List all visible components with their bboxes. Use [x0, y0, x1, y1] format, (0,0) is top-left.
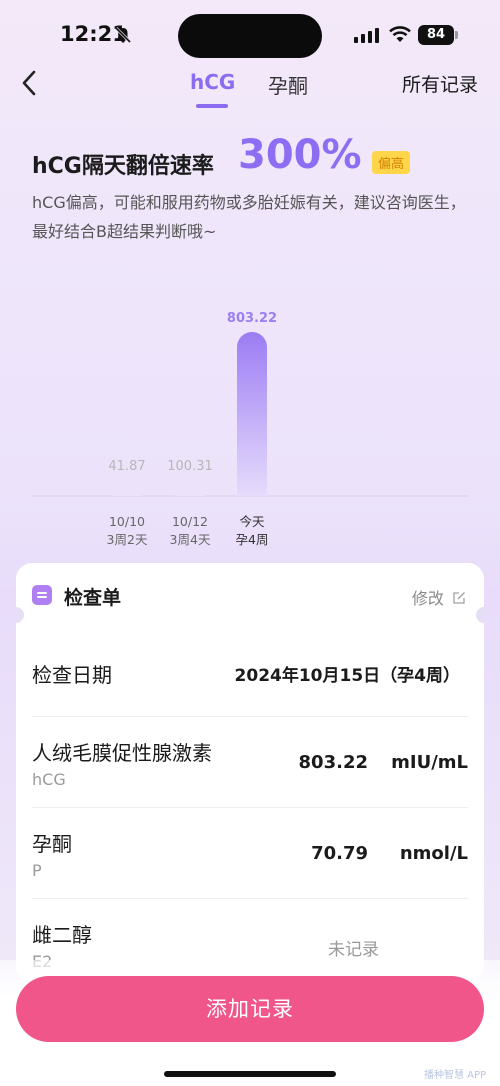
test-date-value: 2024年10月15日（孕4周） — [234, 666, 460, 686]
row-sub: hCG — [32, 770, 66, 789]
row-label: 孕酮 — [32, 832, 72, 856]
report-icon — [32, 585, 52, 605]
progesterone-value: 70.79 — [311, 843, 368, 864]
back-chevron-icon[interactable] — [18, 68, 44, 98]
home-indicator — [164, 1071, 336, 1077]
edit-button[interactable]: 修改 — [412, 585, 466, 609]
hcg-value: 803.22 — [298, 752, 368, 773]
chart-category-label: 10/10 — [109, 514, 145, 529]
chart-bar — [237, 332, 267, 496]
edit-label: 修改 — [411, 589, 444, 608]
chart-data-label: 803.22 — [227, 311, 277, 326]
hcg-bar-chart: 41.87 10/10 3周2天 100.31 10/12 3周4天 803.22 今天孕4周 — [32, 311, 468, 547]
status-badge: 偏高 — [372, 151, 411, 174]
bell-muted-icon — [114, 26, 132, 44]
watermark: 播种智慧 APP — [424, 1070, 487, 1081]
row-progesterone[interactable]: 孕酮 P 70.79 nmol/L — [32, 808, 468, 899]
chart-week-label: 3周4天 — [170, 532, 211, 547]
all-records-link[interactable]: 所有记录 — [402, 70, 478, 97]
advice-text: hCG偏高，可能和服用药物或多胎妊娠有关，建议咨询医生，最好结合B超结果判断哦~ — [32, 193, 466, 241]
row-hcg[interactable]: 人绒毛膜促性腺激素 hCG 803.22 mIU/mL — [32, 717, 468, 808]
wifi-icon — [389, 26, 411, 42]
chart-category-label: 10/12 — [172, 514, 208, 529]
chart-week-label: 3周2天 — [107, 532, 148, 547]
status-bar: 12:21 84 — [0, 0, 500, 70]
row-sub: P — [32, 861, 42, 880]
chart-data-label: 100.31 — [167, 459, 213, 474]
cellular-signal-icon — [354, 28, 379, 43]
chart-data-label: 41.87 — [108, 459, 145, 474]
battery-level: 84 — [418, 25, 454, 45]
edit-icon — [453, 592, 465, 604]
tab-progesterone[interactable]: 孕酮 — [268, 70, 308, 99]
chart-week-label: 孕4周 — [236, 532, 269, 547]
battery-tip — [455, 31, 458, 39]
dynamic-island — [178, 14, 322, 58]
tab-hcg[interactable]: hCG — [190, 70, 235, 94]
tab-active-indicator — [196, 104, 228, 108]
chart-category-label: 今天 — [239, 514, 265, 529]
test-report-card: 检查单 修改 检查日期 2024年10月15日（孕4周） 人绒毛膜促性腺激素 h… — [16, 563, 484, 983]
row-label: 人绒毛膜促性腺激素 — [32, 741, 212, 765]
card-title: 检查单 — [64, 587, 122, 609]
row-label: 检查日期 — [32, 663, 112, 687]
card-notch-left — [16, 607, 24, 623]
estradiol-value: 未记录 — [328, 940, 379, 960]
add-record-button[interactable]: 添加记录 — [16, 976, 484, 1042]
row-label: 雌二醇 — [32, 923, 92, 947]
row-test-date: 检查日期 2024年10月15日（孕4周） — [32, 625, 468, 717]
rate-title: hCG隔天翻倍速率 — [32, 154, 214, 179]
rate-value: 300% — [238, 132, 362, 178]
chart-bar — [112, 480, 142, 496]
card-notch-right — [476, 607, 484, 623]
hcg-unit: mIU/mL — [391, 752, 468, 773]
chart-bar — [175, 480, 205, 496]
progesterone-unit: nmol/L — [399, 843, 468, 864]
